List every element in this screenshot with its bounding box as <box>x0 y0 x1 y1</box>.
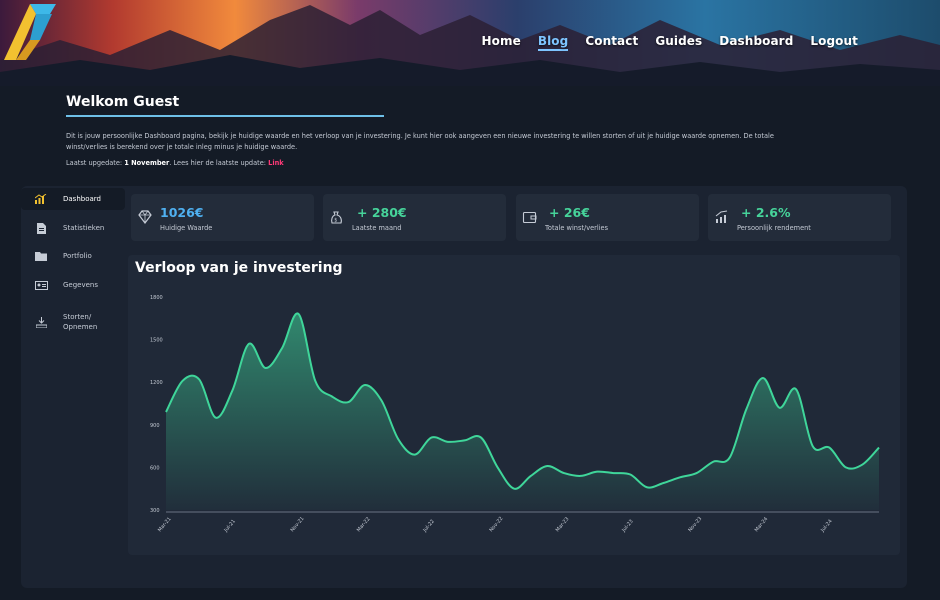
header-banner: Home Blog Contact Guides Dashboard Logou… <box>0 0 940 86</box>
x-tick-label: Mar-22 <box>356 516 372 533</box>
stat-label: Persoonlijk rendement <box>737 224 811 232</box>
growth-chart-icon <box>715 210 728 223</box>
y-tick-label: 1500 <box>150 338 163 344</box>
stat-card-return: + 2.6% Persoonlijk rendement <box>708 194 891 241</box>
y-tick-label: 1800 <box>150 295 163 301</box>
update-line: Laatst upgedate: 1 November. Lees hier d… <box>66 159 284 167</box>
nav-blog[interactable]: Blog <box>537 34 569 51</box>
stat-value: 1026€ <box>160 205 204 220</box>
nav-contact[interactable]: Contact <box>585 34 638 51</box>
id-card-icon <box>33 277 49 293</box>
x-tick-label: Mar-23 <box>555 516 571 533</box>
wallet-icon <box>522 211 537 224</box>
sidebar-item-dashboard[interactable]: Dashboard <box>21 188 125 210</box>
deposit-icon <box>33 314 49 330</box>
nav-guides[interactable]: Guides <box>655 34 702 51</box>
bar-chart-icon <box>33 191 49 207</box>
y-tick-label: 900 <box>150 423 160 429</box>
document-icon <box>33 220 49 236</box>
x-tick-label: Nov-21 <box>290 516 306 533</box>
diamond-icon <box>138 210 152 224</box>
y-tick-label: 600 <box>150 465 160 471</box>
page-title: Welkom Guest <box>66 94 180 110</box>
folder-icon <box>33 248 49 264</box>
update-date: 1 November <box>124 159 170 167</box>
title-underline <box>66 115 384 117</box>
label-line-1: Storten/ <box>63 313 92 321</box>
stat-card-month: $ + 280€ Laatste maand <box>323 194 506 241</box>
update-prefix: Laatst upgedate: <box>66 159 125 167</box>
label-line-2: Opnemen <box>63 323 98 331</box>
update-link[interactable]: Link <box>268 159 284 167</box>
nav-dashboard[interactable]: Dashboard <box>719 34 793 51</box>
x-tick-label: Nov-22 <box>488 516 504 533</box>
x-tick-label: Nov-23 <box>687 516 703 533</box>
nav-home[interactable]: Home <box>481 34 520 51</box>
sidebar-item-label: Statistieken <box>63 224 105 232</box>
sidebar-item-label: Portfolio <box>63 252 92 260</box>
stat-value: + 26€ <box>549 205 590 220</box>
x-tick-label: Jul-22 <box>421 519 435 535</box>
update-middle: . Lees hier de laatste update: <box>169 159 269 167</box>
sidebar-item-label: Storten/Opnemen <box>63 312 97 332</box>
nav-logout[interactable]: Logout <box>810 34 858 51</box>
sidebar-item-label: Gegevens <box>63 281 99 289</box>
chart-area-fill <box>166 313 879 510</box>
sidebar-item-portfolio[interactable]: Portfolio <box>21 245 125 267</box>
sidebar-item-label: Dashboard <box>63 195 101 203</box>
stat-label: Laatste maand <box>352 224 402 232</box>
stat-label: Totale winst/verlies <box>545 224 609 232</box>
sidebar-item-statistieken[interactable]: Statistieken <box>21 217 125 239</box>
svg-text:$: $ <box>334 218 337 224</box>
x-tick-label: Jul-24 <box>819 519 833 535</box>
stat-value: + 280€ <box>357 205 407 220</box>
intro-text: Dit is jouw persoonlijke Dashboard pagin… <box>66 132 774 151</box>
y-tick-label: 1200 <box>150 380 163 386</box>
sidebar-item-storten[interactable]: Storten/Opnemen <box>21 308 125 336</box>
y-tick-label: 300 <box>150 508 160 514</box>
stat-card-value: 1026€ Huidige Waarde <box>131 194 314 241</box>
x-tick-label: Mar-24 <box>754 516 770 533</box>
stat-card-total: + 26€ Totale winst/verlies <box>516 194 699 241</box>
money-bag-icon: $ <box>331 211 342 224</box>
sidebar-item-gegevens[interactable]: Gegevens <box>21 274 125 296</box>
x-tick-label: Jul-23 <box>620 519 634 535</box>
stat-label: Huidige Waarde <box>160 224 213 232</box>
stat-value: + 2.6% <box>741 205 791 220</box>
investment-chart: 300 600 900 1200 1500 1800 Mar-21 Jul-21 Nov-21 M… <box>150 295 880 535</box>
x-tick-label: Mar-21 <box>157 516 173 533</box>
x-tick-label: Jul-21 <box>223 519 237 535</box>
main-nav: Home Blog Contact Guides Dashboard Logou… <box>481 34 858 51</box>
chart-title: Verloop van je investering <box>135 260 343 276</box>
site-logo[interactable] <box>0 0 60 66</box>
